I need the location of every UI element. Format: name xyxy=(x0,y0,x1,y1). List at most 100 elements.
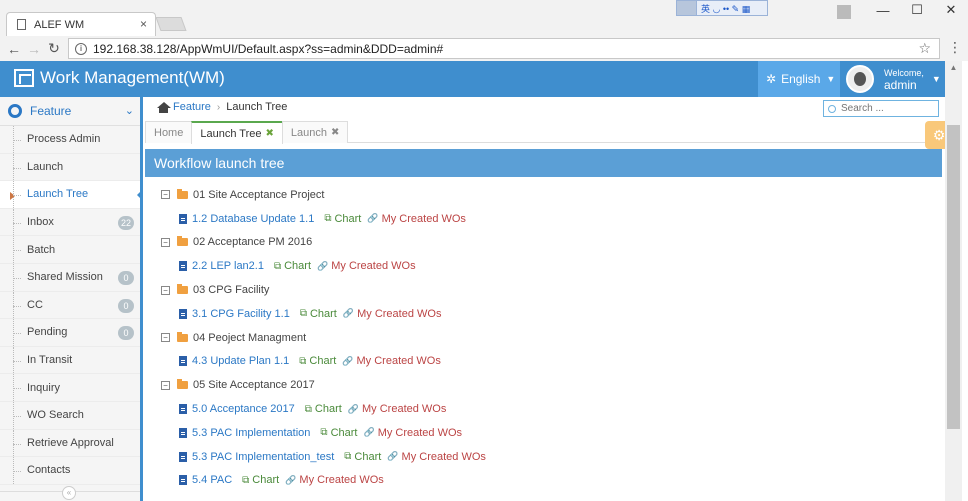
app-brand[interactable]: Work Management(WM) xyxy=(14,68,225,88)
home-icon[interactable] xyxy=(157,101,171,113)
sidebar-item-shared-mission[interactable]: Shared Mission 0 xyxy=(0,263,142,292)
link-icon: 🔗 xyxy=(387,451,399,462)
main-content: Feature › Launch Tree HomeLaunch Tree✖La… xyxy=(145,97,953,501)
scroll-up-icon[interactable]: ▲ xyxy=(945,61,962,75)
minimize-icon[interactable]: — xyxy=(866,0,900,20)
page-scrollbar[interactable]: ▲ xyxy=(945,61,962,501)
folder-icon xyxy=(177,188,188,199)
tree-leaf: 5.3 PAC Implementation_test ⧉ Chart 🔗 My Cre… xyxy=(157,445,937,469)
sidebar-item-inbox[interactable]: Inbox 22 xyxy=(0,208,142,237)
forward-arrow-icon[interactable]: → xyxy=(24,41,44,57)
sidebar-item-contacts[interactable]: Contacts xyxy=(0,457,142,485)
chart-link[interactable]: ⧉ Chart xyxy=(305,403,342,415)
link-icon: 🔗 xyxy=(363,427,375,438)
my-created-wos-link[interactable]: 🔗 My Created WOs xyxy=(348,403,447,415)
new-tab-button[interactable] xyxy=(155,17,187,31)
search-input[interactable] xyxy=(841,103,931,114)
app-header: Work Management(WM) ✲ English ▼ Welcome,… xyxy=(0,61,945,97)
my-created-wos-link[interactable]: 🔗 My Created WOs xyxy=(285,474,384,486)
sidebar-item-label: Inbox xyxy=(27,216,54,229)
tree-leaf-link[interactable]: 1.2 Database Update 1.1 xyxy=(192,213,314,225)
my-created-wos-link[interactable]: 🔗 My Created WOs xyxy=(387,451,486,463)
chart-link-label: Chart xyxy=(330,426,358,439)
chart-link[interactable]: ⧉ Chart xyxy=(242,474,279,486)
tree-leaf-link[interactable]: 2.2 LEP lan2.1 xyxy=(192,260,264,272)
tree-folder-label[interactable]: 02 Acceptance PM 2016 xyxy=(193,236,312,248)
file-icon xyxy=(179,308,187,319)
tree-leaf-link[interactable]: 5.3 PAC Implementation_test xyxy=(192,451,334,463)
browser-menu-icon[interactable]: ⋮ xyxy=(948,39,962,56)
chart-link[interactable]: ⧉ Chart xyxy=(324,213,361,225)
sidebar-item-launch[interactable]: Launch xyxy=(0,153,142,182)
sidebar-item-in-transit[interactable]: In Transit xyxy=(0,346,142,375)
breadcrumb-feature[interactable]: Feature xyxy=(173,101,211,113)
scrollbar-thumb[interactable] xyxy=(947,125,960,429)
collapse-toggle-icon[interactable]: − xyxy=(161,237,170,247)
my-created-wos-link[interactable]: 🔗 My Created WOs xyxy=(343,308,442,320)
tree-leaf-link[interactable]: 3.1 CPG Facility 1.1 xyxy=(192,308,290,320)
sidebar-item-label: In Transit xyxy=(27,354,73,367)
back-arrow-icon[interactable]: ← xyxy=(4,41,24,57)
close-window-icon[interactable]: ✕ xyxy=(934,0,968,20)
tree-folder-label[interactable]: 04 Peoject Managment xyxy=(193,332,306,344)
tree-folder-label[interactable]: 03 CPG Facility xyxy=(193,284,269,296)
tree-leaf: 5.4 PAC ⧉ Chart 🔗 My Created WOs xyxy=(157,469,937,493)
maximize-icon[interactable]: ☐ xyxy=(900,0,934,20)
tree-leaf-link[interactable]: 5.3 PAC Implementation xyxy=(192,427,310,439)
my-created-wos-link[interactable]: 🔗 My Created WOs xyxy=(317,260,416,272)
external-link-icon: ⧉ xyxy=(242,474,250,486)
collapse-toggle-icon[interactable]: − xyxy=(161,285,170,295)
browser-tabstrip: ALEF WM × 英 ◡ •• ✎ ▦ — ☐ ✕ xyxy=(0,0,968,36)
collapse-toggle-icon[interactable]: − xyxy=(161,380,170,390)
sidebar-item-launch-tree[interactable]: Launch Tree xyxy=(0,181,143,209)
sidebar-item-batch[interactable]: Batch xyxy=(0,236,142,264)
language-dropdown[interactable]: ✲ English ▼ xyxy=(758,61,840,97)
chart-link-label: Chart xyxy=(309,307,337,320)
ime-toolbar[interactable]: 英 ◡ •• ✎ ▦ xyxy=(676,0,768,16)
my-created-wos-link[interactable]: 🔗 My Created WOs xyxy=(367,213,466,225)
tree-folder-label[interactable]: 01 Site Acceptance Project xyxy=(193,189,324,201)
collapse-toggle-icon[interactable]: − xyxy=(161,333,170,343)
file-icon xyxy=(179,213,187,224)
reload-icon[interactable]: ↻ xyxy=(44,40,64,57)
sidebar-item-cc[interactable]: CC 0 xyxy=(0,291,142,320)
my-created-wos-link[interactable]: 🔗 My Created WOs xyxy=(363,427,462,439)
sidebar-item-wo-search[interactable]: WO Search xyxy=(0,401,142,430)
browser-tab[interactable]: ALEF WM × xyxy=(6,12,156,36)
chart-link-label: Chart xyxy=(334,212,362,225)
tree-leaf-link[interactable]: 5.4 PAC xyxy=(192,474,232,486)
tree-leaf: 1.2 Database Update 1.1 ⧉ Chart 🔗 My Created… xyxy=(157,207,937,231)
tab-launch-tree[interactable]: Launch Tree ✖ xyxy=(191,121,283,144)
user-menu[interactable]: Welcome, admin ▼ xyxy=(840,61,945,97)
chart-link[interactable]: ⧉ Chart xyxy=(320,427,357,439)
bookmark-star-icon[interactable]: ☆ xyxy=(918,40,931,57)
my-created-wos-label: My Created WOs xyxy=(362,403,447,416)
close-tab-icon[interactable]: × xyxy=(140,17,147,31)
user-profile-icon[interactable] xyxy=(832,0,866,20)
chart-link[interactable]: ⧉ Chart xyxy=(344,451,381,463)
tree-leaf: 4.3 Update Plan 1.1 ⧉ Chart 🔗 My Created WOs xyxy=(157,350,937,374)
tree-leaf-link[interactable]: 4.3 Update Plan 1.1 xyxy=(192,355,289,367)
collapse-toggle-icon[interactable]: − xyxy=(161,190,170,200)
close-tab-icon[interactable]: ✖ xyxy=(266,128,274,139)
sidebar-section-feature[interactable]: Feature ⌄ xyxy=(0,97,142,126)
sidebar-item-pending[interactable]: Pending 0 xyxy=(0,319,142,347)
url-input[interactable]: i 192.168.38.128/AppWmUI/Default.aspx?ss… xyxy=(68,38,940,59)
sidebar-item-process-admin[interactable]: Process Admin xyxy=(0,126,142,154)
sidebar-item-inquiry[interactable]: Inquiry xyxy=(0,374,142,402)
chart-link[interactable]: ⧉ Chart xyxy=(299,355,336,367)
chart-link[interactable]: ⧉ Chart xyxy=(300,308,337,320)
tree-leaf-link[interactable]: 5.0 Acceptance 2017 xyxy=(192,403,295,415)
file-icon xyxy=(179,427,187,438)
tab-launch[interactable]: Launch ✖ xyxy=(281,121,349,143)
chart-link[interactable]: ⧉ Chart xyxy=(274,260,311,272)
info-icon[interactable]: i xyxy=(75,42,87,55)
search-box[interactable] xyxy=(823,100,939,117)
tab-home[interactable]: Home xyxy=(145,121,193,143)
close-tab-icon[interactable]: ✖ xyxy=(331,127,339,138)
double-chevron-left-icon[interactable]: « xyxy=(62,486,76,500)
my-created-wos-link[interactable]: 🔗 My Created WOs xyxy=(342,355,441,367)
sidebar-item-retrieve-approval[interactable]: Retrieve Approval xyxy=(0,429,142,458)
tree-folder-label[interactable]: 05 Site Acceptance 2017 xyxy=(193,379,315,391)
sidebar-collapse-toggle[interactable]: « xyxy=(0,486,140,501)
